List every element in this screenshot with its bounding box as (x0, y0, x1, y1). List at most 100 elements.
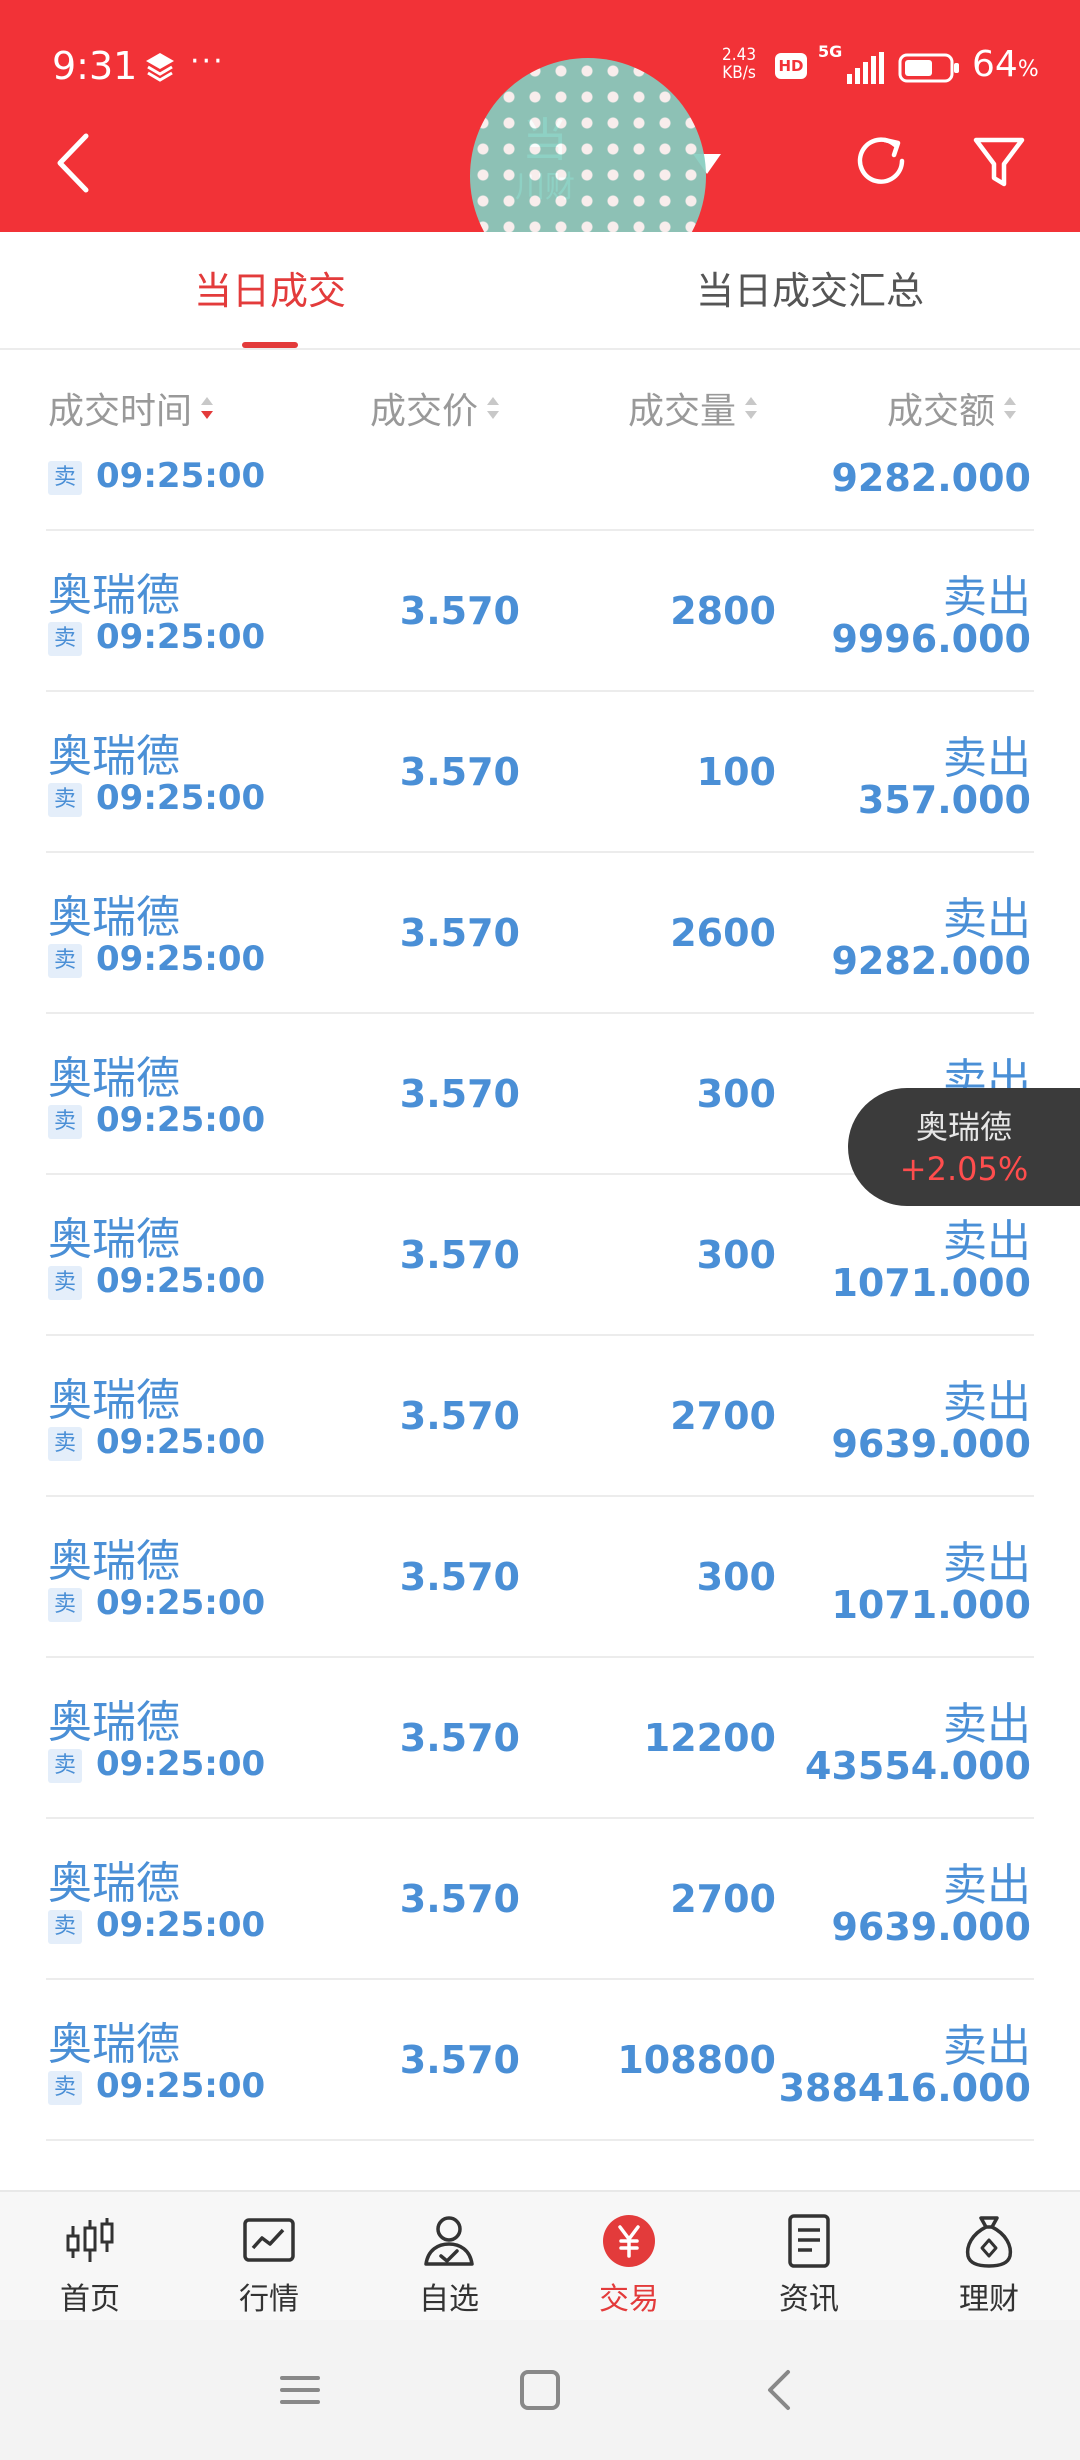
trade-amount: 1071.000 (831, 1583, 1031, 1627)
trade-amount: 9282.000 (831, 456, 1031, 500)
row-divider (46, 2139, 1034, 2141)
trade-price: 3.570 (399, 750, 520, 794)
trade-amount: 9639.000 (831, 1422, 1031, 1466)
nav-wealth[interactable]: 理财 (919, 2212, 1059, 2318)
trade-amount: 388416.000 (778, 2066, 1031, 2110)
nav-watchlist[interactable]: 自选 (379, 2212, 519, 2318)
trade-price: 3.570 (399, 589, 520, 633)
trade-volume: 300 (696, 1072, 776, 1116)
menu-icon[interactable] (276, 2366, 324, 2414)
trade-volume: 2600 (670, 911, 776, 955)
table-row[interactable]: 奥瑞德 卖 09:25:00 3.570 2600 卖出 9282.000 (0, 853, 1080, 1014)
side-badge: 卖 (48, 622, 82, 656)
side-badge: 卖 (48, 461, 82, 495)
tab-daily-summary[interactable]: 当日成交汇总 (660, 232, 960, 350)
system-navigation-bar (0, 2320, 1080, 2460)
column-headers: 成交时间 成交价 成交量 成交额 (0, 352, 1080, 456)
table-row[interactable]: 奥瑞德 卖 09:25:00 3.570 300 卖出 1071.000 (0, 1497, 1080, 1658)
status-time: 9:31 (52, 44, 138, 88)
nav-news[interactable]: 资讯 (739, 2212, 879, 2318)
trade-volume: 300 (696, 1233, 776, 1277)
nav-wealth-label: 理财 (959, 2282, 1019, 2317)
table-row-partial[interactable]: 卖 09:25:00 9282.000 (0, 456, 1080, 531)
yuan-icon (603, 2215, 655, 2267)
trade-volume: 2700 (670, 1394, 776, 1438)
candlestick-icon (66, 2218, 114, 2262)
layers-icon (146, 53, 174, 82)
trade-time: 09:25:00 (96, 778, 266, 818)
nav-market[interactable]: 行情 (199, 2212, 339, 2318)
trade-price: 3.570 (399, 1555, 520, 1599)
trade-price: 3.570 (399, 1716, 520, 1760)
side-badge: 卖 (48, 1749, 82, 1783)
table-row[interactable]: 奥瑞德 卖 09:25:00 3.570 2800 卖出 9996.000 (0, 531, 1080, 692)
trade-time: 09:25:00 (96, 1583, 266, 1623)
stock-name: 奥瑞德 (48, 1858, 180, 1909)
trade-direction: 卖出 (943, 2021, 1031, 2072)
trade-time: 09:25:00 (96, 1744, 266, 1784)
more-dots-icon: ··· (190, 44, 225, 79)
trade-direction: 卖出 (943, 894, 1031, 945)
chart-icon (243, 2218, 295, 2262)
trade-volume: 108800 (617, 2038, 776, 2082)
trade-volume: 2700 (670, 1877, 776, 1921)
trade-price: 3.570 (399, 2038, 520, 2082)
battery-percent-unit: % (1017, 57, 1039, 82)
column-header-amount[interactable]: 成交额 (887, 382, 1019, 434)
trade-volume: 300 (696, 1555, 776, 1599)
home-square-icon[interactable] (516, 2366, 564, 2414)
sort-icon (745, 397, 758, 419)
trade-direction: 卖出 (943, 733, 1031, 784)
nav-home[interactable]: 首页 (20, 2212, 160, 2318)
signal-icon (847, 52, 884, 84)
table-row[interactable]: 奥瑞德 卖 09:25:00 3.570 2700 卖出 9639.000 (0, 1336, 1080, 1497)
trade-volume: 12200 (643, 1716, 776, 1760)
filter-icon[interactable] (971, 134, 1027, 192)
tab-daily-trades[interactable]: 当日成交 (160, 232, 380, 350)
trade-amount: 1071.000 (831, 1261, 1031, 1305)
network-type: 5G (818, 42, 843, 61)
trade-price: 3.570 (399, 1233, 520, 1277)
money-bag-icon (965, 2216, 1013, 2268)
system-back-icon[interactable] (756, 2366, 804, 2414)
side-badge: 卖 (48, 783, 82, 817)
tab-active-indicator (242, 342, 298, 348)
stock-name: 奥瑞德 (48, 1053, 180, 1104)
side-badge: 卖 (48, 1910, 82, 1944)
nav-watchlist-label: 自选 (419, 2282, 479, 2317)
trade-volume: 2800 (670, 589, 776, 633)
back-arrow-icon[interactable] (50, 130, 96, 196)
table-row[interactable]: 奥瑞德 卖 09:25:00 3.570 12200 卖出 43554.000 (0, 1658, 1080, 1819)
nav-market-label: 行情 (239, 2282, 299, 2317)
stock-name: 奥瑞德 (48, 731, 180, 782)
trade-direction: 卖出 (943, 1216, 1031, 1267)
trade-volume: 100 (696, 750, 776, 794)
table-row[interactable]: 奥瑞德 卖 09:25:00 3.570 100 卖出 357.000 (0, 692, 1080, 853)
side-badge: 卖 (48, 1427, 82, 1461)
column-header-time[interactable]: 成交时间 (48, 382, 216, 434)
trade-price: 3.570 (399, 1877, 520, 1921)
column-header-price[interactable]: 成交价 (370, 382, 502, 434)
sort-icon (1004, 397, 1017, 419)
table-row[interactable]: 奥瑞德 卖 09:25:00 3.570 2700 卖出 9639.000 (0, 1819, 1080, 1980)
sort-icon (487, 397, 500, 419)
refresh-icon[interactable] (852, 132, 910, 190)
battery-percent-value: 64 (972, 44, 1018, 85)
side-badge: 卖 (48, 1266, 82, 1300)
floating-stock-chip[interactable]: 奥瑞德 +2.05% (848, 1088, 1080, 1206)
stock-name: 奥瑞德 (48, 1375, 180, 1426)
nav-trade[interactable]: 交易 (559, 2212, 699, 2318)
trade-amount: 357.000 (857, 778, 1031, 822)
trade-amount: 43554.000 (805, 1744, 1031, 1788)
stock-chip-change: +2.05% (899, 1150, 1029, 1188)
sort-desc-icon (201, 397, 214, 419)
trade-amount: 9639.000 (831, 1905, 1031, 1949)
table-row[interactable]: 奥瑞德 卖 09:25:00 3.570 108800 卖出 388416.00… (0, 1980, 1080, 2141)
trade-list[interactable]: 卖 09:25:00 9282.000 奥瑞德 卖 09:25:00 3.570… (0, 456, 1080, 2190)
battery-icon (898, 53, 959, 83)
column-header-volume[interactable]: 成交量 (628, 382, 760, 434)
trade-direction: 卖出 (943, 1538, 1031, 1589)
trade-amount: 9282.000 (831, 939, 1031, 983)
hd-badge: HD (775, 53, 807, 79)
document-icon (788, 2214, 830, 2268)
